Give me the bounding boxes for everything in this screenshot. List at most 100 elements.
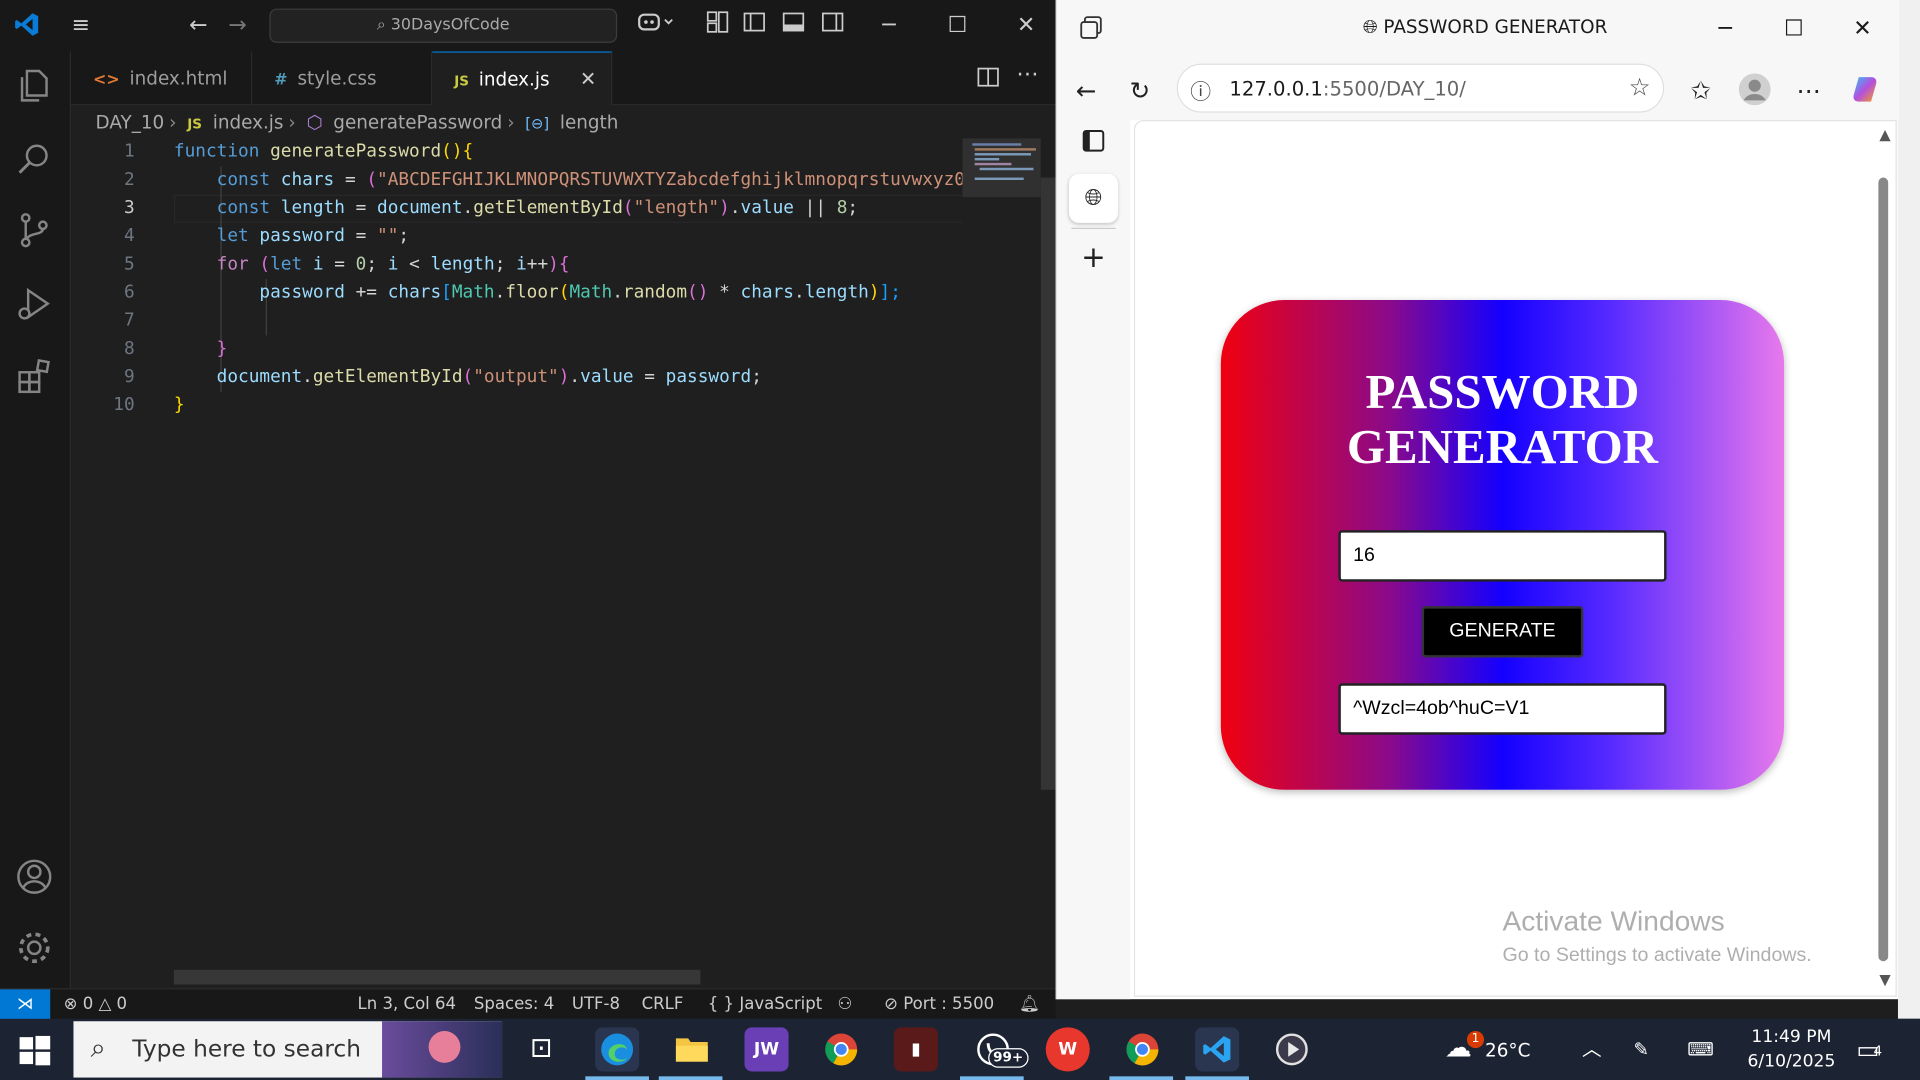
- tab-index-html[interactable]: <> index.html: [71, 51, 253, 106]
- breadcrumb-function[interactable]: generatePassword: [333, 111, 502, 133]
- toggle-panel-icon[interactable]: [779, 11, 808, 40]
- language-mode[interactable]: { } JavaScript: [708, 989, 822, 1020]
- editor-tabs: <> index.html # style.css JS index.js ✕ ⋯: [71, 51, 1056, 107]
- pen-icon[interactable]: ✎: [1633, 1019, 1648, 1080]
- browser-titlebar: 🌐︎ PASSWORD GENERATOR ─ ☐ ✕: [1056, 0, 1900, 59]
- taskbar-clock[interactable]: 11:49 PM 6/10/2025: [1736, 1025, 1846, 1074]
- more-menu-icon[interactable]: ⋯: [1791, 73, 1825, 107]
- maximize-icon[interactable]: ☐: [943, 11, 972, 40]
- code-line: 4 let password = "";: [123, 226, 410, 247]
- command-center-search[interactable]: ⌕ 30DaysOfCode: [269, 8, 618, 43]
- windows-taskbar: ⌕ Type here to search ⊡ JW ▮ 99+ W ☁ 1 2…: [0, 1018, 1920, 1080]
- explorer-icon[interactable]: [15, 66, 57, 108]
- edge-app-icon[interactable]: [595, 1027, 640, 1072]
- notifications-bell-icon[interactable]: 🔔︎: [1019, 989, 1040, 1020]
- address-bar[interactable]: ⓘ 127.0.0.1:5500/DAY_10/ ☆: [1176, 63, 1665, 113]
- scroll-down-icon[interactable]: ▼: [1879, 971, 1890, 988]
- red-app-icon[interactable]: ▮: [893, 1027, 938, 1072]
- encoding[interactable]: UTF-8: [572, 989, 620, 1020]
- browser-tab-title[interactable]: 🌐︎ PASSWORD GENERATOR: [1363, 16, 1607, 38]
- vertical-tabs-icon[interactable]: [1069, 122, 1118, 171]
- extensions-icon[interactable]: [15, 358, 57, 400]
- taskbar-search-box[interactable]: ⌕ Type here to search: [73, 1021, 503, 1078]
- new-tab-plus-icon[interactable]: +: [1069, 233, 1118, 282]
- copilot-icon[interactable]: [632, 11, 681, 40]
- scroll-up-icon[interactable]: ▲: [1879, 126, 1890, 143]
- whatsapp-badge: 99+: [988, 1048, 1029, 1068]
- page-viewport: PASSWORD GENERATOR 16 GENERATE ^Wzcl=4ob^…: [1133, 120, 1897, 997]
- run-debug-icon[interactable]: [15, 284, 57, 326]
- copilot-icon[interactable]: [1848, 73, 1882, 107]
- length-input[interactable]: 16: [1338, 530, 1667, 582]
- source-control-icon[interactable]: [15, 211, 57, 253]
- settings-gear-icon[interactable]: [15, 928, 57, 970]
- search-icon: ⌕: [376, 15, 386, 35]
- password-output-field[interactable]: ^Wzcl=4ob^huC=V1: [1338, 683, 1667, 735]
- keyboard-icon[interactable]: ⌨: [1687, 1019, 1714, 1080]
- breadcrumb-folder[interactable]: DAY_10: [96, 111, 165, 133]
- page-scrollbar[interactable]: [1878, 177, 1889, 962]
- vscode-app-icon[interactable]: [1195, 1027, 1240, 1072]
- more-actions-icon[interactable]: ⋯: [1016, 61, 1038, 87]
- live-server-port[interactable]: ⊘ Port : 5500: [884, 989, 994, 1020]
- close-icon[interactable]: ✕: [1011, 11, 1040, 40]
- weather-widget[interactable]: ☁ 1 26°C: [1445, 1019, 1530, 1080]
- problems-indicator[interactable]: ⊗ 0 △ 0: [64, 989, 127, 1020]
- jw-app-icon[interactable]: JW: [744, 1027, 789, 1072]
- indentation[interactable]: Spaces: 4: [474, 989, 554, 1020]
- site-info-icon[interactable]: ⓘ: [1190, 75, 1211, 105]
- browser-toolbar: ← ↻ ⓘ 127.0.0.1:5500/DAY_10/ ☆ ✩ ⋯: [1056, 58, 1900, 121]
- whatsapp-icon[interactable]: 99+: [971, 1027, 1029, 1071]
- file-explorer-icon[interactable]: [670, 1027, 714, 1071]
- minimize-icon[interactable]: ─: [874, 11, 903, 40]
- wps-office-icon[interactable]: W: [1045, 1027, 1090, 1072]
- js-file-icon: JS: [454, 73, 470, 90]
- refresh-icon[interactable]: ↻: [1123, 73, 1157, 107]
- chrome-icon[interactable]: [819, 1027, 863, 1071]
- tab-index-js[interactable]: JS index.js ✕: [432, 51, 613, 107]
- favorites-icon[interactable]: ✩: [1684, 73, 1718, 107]
- breadcrumb: DAY_10 › JS index.js › ⬡ generatePassword ›…: [95, 111, 619, 134]
- media-player-icon[interactable]: [1270, 1027, 1314, 1071]
- workspaces-icon[interactable]: [1076, 15, 1105, 44]
- task-view-icon[interactable]: ⊡: [519, 1027, 563, 1071]
- globe-tab-icon[interactable]: 🌐︎: [1068, 173, 1118, 223]
- back-arrow-icon[interactable]: ←: [1069, 73, 1103, 107]
- forward-arrow-icon[interactable]: →: [223, 11, 252, 40]
- code-editor[interactable]: 1 function generatePassword(){ 2 const ch…: [71, 138, 963, 986]
- close-icon[interactable]: ✕: [1848, 15, 1877, 44]
- split-editor-icon[interactable]: [977, 66, 1001, 90]
- notification-center-icon[interactable]: ▭ 4: [1856, 1019, 1882, 1080]
- copilot-status-icon[interactable]: ⚇: [838, 989, 853, 1020]
- code-line: 8 }: [123, 339, 228, 359]
- windows-start-icon[interactable]: [17, 1033, 51, 1067]
- search-icon[interactable]: [15, 140, 57, 182]
- breadcrumb-symbol[interactable]: length: [560, 111, 619, 133]
- toggle-sidebar-icon[interactable]: [740, 11, 769, 40]
- accounts-icon[interactable]: [15, 857, 57, 899]
- maximize-icon[interactable]: ☐: [1779, 15, 1808, 44]
- chevron-up-icon[interactable]: ︿: [1582, 1019, 1602, 1080]
- favorite-star-icon[interactable]: ☆: [1629, 72, 1651, 101]
- css-file-icon: #: [274, 71, 288, 90]
- customize-layout-icon[interactable]: [703, 11, 732, 40]
- chrome-profile-icon[interactable]: [1120, 1027, 1164, 1071]
- profile-avatar[interactable]: [1738, 73, 1772, 107]
- editor-vertical-scrollbar[interactable]: [1040, 138, 1056, 986]
- end-of-line[interactable]: CRLF: [642, 989, 684, 1020]
- breadcrumb-file[interactable]: index.js: [213, 111, 284, 133]
- braces-icon: { }: [707, 994, 735, 1014]
- back-arrow-icon[interactable]: ←: [184, 11, 213, 40]
- cursor-position[interactable]: Ln 3, Col 64: [358, 989, 457, 1020]
- tab-close-icon[interactable]: ✕: [580, 53, 596, 107]
- menu-icon[interactable]: ≡: [66, 11, 95, 40]
- minimize-icon[interactable]: ─: [1711, 15, 1740, 44]
- tab-style-css[interactable]: # style.css: [252, 51, 433, 106]
- remote-indicator-icon[interactable]: ⋊: [0, 989, 51, 1021]
- error-icon: ⊗: [63, 994, 78, 1014]
- toggle-secondary-sidebar-icon[interactable]: [818, 11, 847, 40]
- minimap[interactable]: [962, 138, 1041, 986]
- generate-button[interactable]: GENERATE: [1421, 606, 1584, 658]
- globe-icon: 🌐︎: [1362, 15, 1378, 38]
- editor-horizontal-scrollbar[interactable]: [173, 969, 701, 985]
